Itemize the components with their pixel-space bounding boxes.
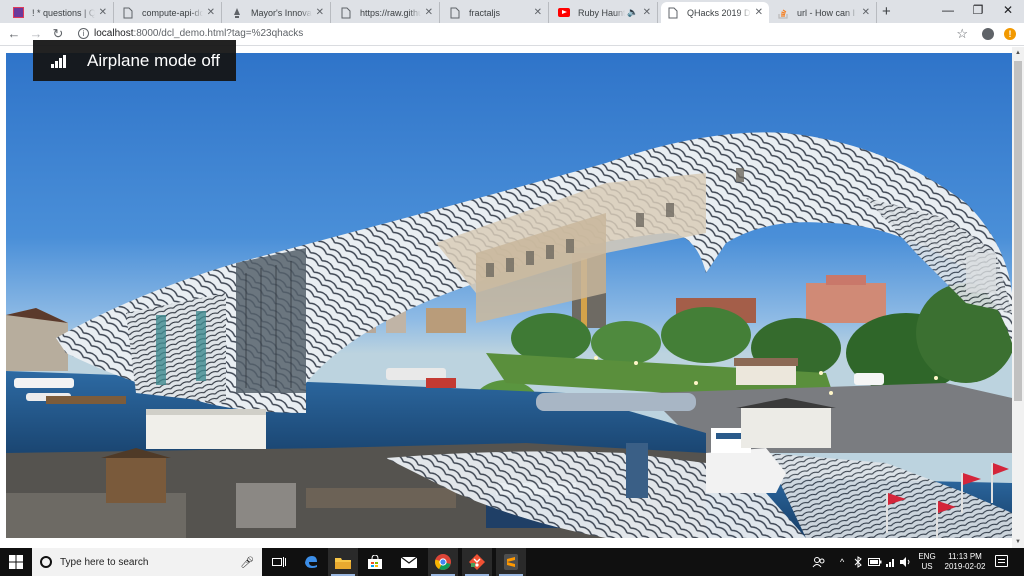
vertical-scrollbar[interactable]: ▲ ▼ <box>1012 47 1024 548</box>
network-icon[interactable] <box>886 548 896 576</box>
action-center-icon[interactable] <box>995 555 1008 567</box>
qhacks-favicon-icon <box>12 7 24 19</box>
language-code: ENG <box>918 552 936 561</box>
page-icon <box>122 7 134 19</box>
bookmark-star-icon[interactable]: ☆ <box>956 26 968 42</box>
bluetooth-icon[interactable] <box>854 548 862 576</box>
tab-strip: ! * questions | QHacks ✕ compute-api-doc… <box>0 0 1024 23</box>
edge-icon[interactable] <box>296 548 326 576</box>
fractal-harbour-image <box>6 53 1012 538</box>
tab-mayors-innovation[interactable]: Mayor's Innovation Challenge ✕ <box>225 2 331 23</box>
tab-title: Ruby Haunt - Wa <box>578 7 626 18</box>
new-tab-button[interactable]: + <box>882 3 891 20</box>
battery-icon[interactable] <box>868 548 882 576</box>
keyboard-layout: US <box>921 562 933 571</box>
page-icon <box>667 7 679 19</box>
page-icon <box>449 7 461 19</box>
back-button[interactable]: ← <box>6 26 22 41</box>
show-hidden-icons-icon[interactable]: ^ <box>840 548 844 576</box>
close-tab-icon[interactable]: ✕ <box>425 7 433 18</box>
tab-questions[interactable]: ! * questions | QHacks ✕ <box>6 2 114 23</box>
toast-label: Airplane mode off <box>87 50 220 70</box>
tab-title: compute-api-docs <box>142 7 203 18</box>
tab-title: QHacks 2019 DCL <box>687 7 751 18</box>
url-text[interactable]: localhost:8000/dcl_demo.html?tag=%23qhac… <box>94 28 303 39</box>
bell-icon <box>231 7 243 19</box>
close-tab-icon[interactable]: ✕ <box>207 7 215 18</box>
close-tab-icon[interactable]: ✕ <box>534 7 542 18</box>
update-available-icon[interactable]: ! <box>1004 28 1016 40</box>
volume-icon[interactable] <box>900 548 912 576</box>
tab-url-how-can-i[interactable]: url - How can I get ✕ <box>771 2 877 23</box>
windows-logo-icon <box>9 555 23 569</box>
tab-title: fractaljs <box>469 7 501 18</box>
chrome-icon[interactable] <box>428 548 458 576</box>
profile-avatar-icon[interactable] <box>982 28 994 40</box>
tab-fractaljs[interactable]: fractaljs ✕ <box>443 2 549 23</box>
tab-title: ! * questions | QHacks <box>32 7 95 18</box>
taskbar-search-box[interactable]: Type here to search 🎤︎ <box>32 548 262 576</box>
input-language-indicator[interactable]: ENG US <box>916 552 938 572</box>
file-explorer-icon[interactable] <box>328 548 358 576</box>
mail-icon[interactable] <box>394 548 424 576</box>
stackoverflow-icon <box>777 7 789 19</box>
tab-title: https://raw.githubusercontent <box>360 7 421 18</box>
close-tab-icon[interactable]: ✕ <box>862 7 870 18</box>
maximize-button[interactable]: ❐ <box>963 3 993 17</box>
close-window-button[interactable]: ✕ <box>993 3 1023 17</box>
tab-title: url - How can I get <box>797 7 858 18</box>
harbour-illustration <box>6 132 1012 538</box>
page-icon <box>340 7 352 19</box>
page-content: ▲ ▼ <box>0 47 1024 548</box>
search-placeholder: Type here to search <box>60 556 149 568</box>
windows-taskbar: Type here to search 🎤︎ ^ ENG US 11:13 PM… <box>0 548 1024 576</box>
tab-ruby-haunt[interactable]: Ruby Haunt - Wa 🔈 ✕ <box>552 2 658 23</box>
close-tab-icon[interactable]: ✕ <box>643 7 651 18</box>
url-path: :8000/dcl_demo.html?tag=%23qhacks <box>133 28 304 39</box>
minimize-button[interactable]: — <box>933 3 963 17</box>
close-tab-icon[interactable]: ✕ <box>755 7 763 18</box>
forward-button[interactable]: → <box>28 26 44 41</box>
tab-raw-github[interactable]: https://raw.githubusercontent ✕ <box>334 2 440 23</box>
scrollbar-thumb[interactable] <box>1014 61 1022 401</box>
cortana-icon <box>40 556 52 568</box>
signal-strength-icon <box>51 54 69 68</box>
scroll-down-icon[interactable]: ▼ <box>1015 539 1021 545</box>
tab-qhacks-dcl[interactable]: QHacks 2019 DCL ✕ <box>661 2 769 23</box>
sublime-icon[interactable] <box>496 548 526 576</box>
microphone-icon[interactable]: 🎤︎ <box>240 556 254 569</box>
git-icon[interactable] <box>462 548 492 576</box>
url-host: localhost <box>94 28 134 39</box>
airplane-mode-toast: Airplane mode off <box>33 40 236 81</box>
close-tab-icon[interactable]: ✕ <box>316 7 324 18</box>
scroll-up-icon[interactable]: ▲ <box>1015 50 1021 56</box>
youtube-icon <box>558 7 570 19</box>
start-button[interactable] <box>0 548 32 576</box>
people-icon[interactable] <box>812 548 826 576</box>
close-tab-icon[interactable]: ✕ <box>99 7 107 18</box>
tab-title: Mayor's Innovation Challenge <box>251 7 312 18</box>
store-icon[interactable] <box>360 548 390 576</box>
speaker-icon[interactable]: 🔈 <box>627 7 638 18</box>
site-info-icon[interactable]: i <box>78 28 89 39</box>
clock-date: 2019-02-02 <box>944 562 986 571</box>
system-clock[interactable]: 11:13 PM 2019-02-02 <box>942 552 988 572</box>
clock-time: 11:13 PM <box>948 552 982 561</box>
tab-compute-api-docs[interactable]: compute-api-docs ✕ <box>116 2 222 23</box>
task-view-icon[interactable] <box>264 548 294 576</box>
